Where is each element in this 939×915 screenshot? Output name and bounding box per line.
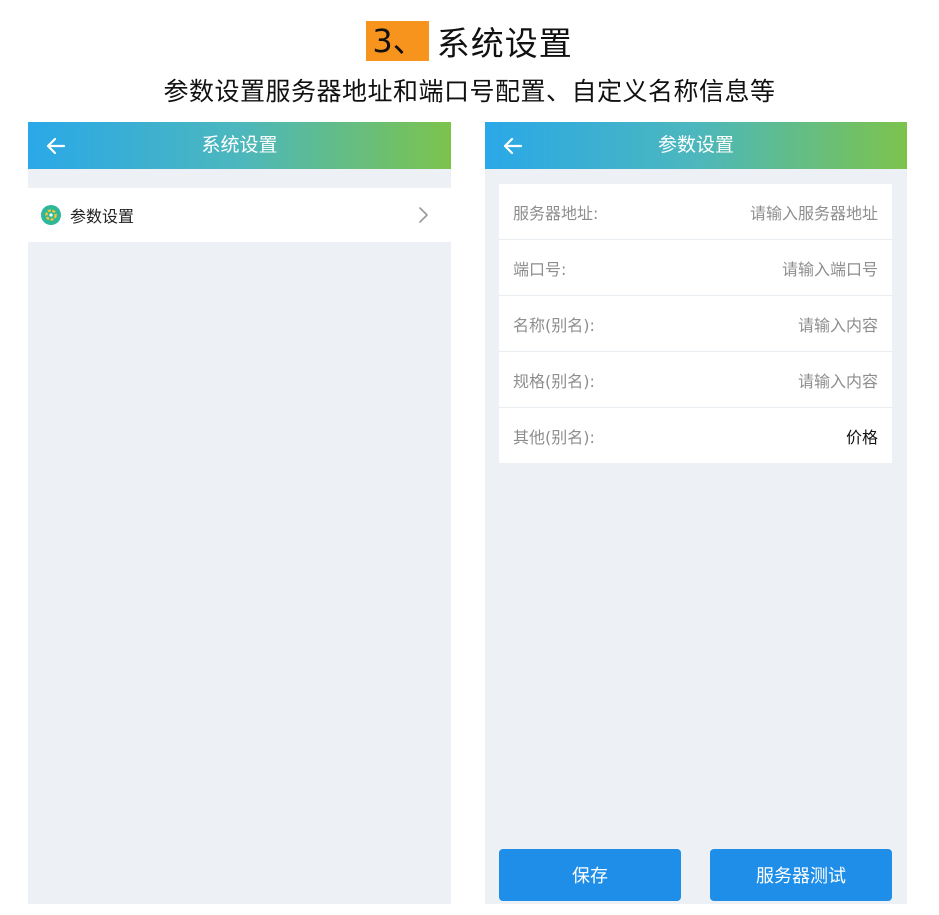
server-address-row[interactable]: 服务器地址: 请输入服务器地址 (499, 184, 892, 240)
page-heading: 3、 系统设置 (0, 16, 939, 66)
port-row[interactable]: 端口号: 请输入端口号 (499, 240, 892, 296)
top-bar: 参数设置 (485, 122, 907, 169)
server-address-label: 服务器地址: (513, 203, 599, 223)
name-alias-input[interactable]: 请输入内容 (798, 312, 878, 336)
spec-alias-input[interactable]: 请输入内容 (798, 368, 878, 392)
port-input[interactable]: 请输入端口号 (782, 256, 878, 280)
spec-alias-row[interactable]: 规格(别名): 请输入内容 (499, 352, 892, 408)
screen-title: 系统设置 (201, 134, 278, 156)
menu-item-parameter-settings[interactable]: 参数设置 (28, 188, 451, 242)
name-alias-row[interactable]: 名称(别名): 请输入内容 (499, 296, 892, 352)
parameter-settings-screen: 参数设置 服务器地址: 请输入服务器地址 端口号: 请输入端口号 名称(别名):… (485, 122, 907, 904)
spec-alias-label: 规格(别名): (513, 371, 595, 391)
system-settings-screen: 系统设置 参数设置 (28, 122, 451, 904)
port-label: 端口号: (513, 259, 567, 279)
settings-gear-icon (41, 205, 61, 225)
server-test-button[interactable]: 服务器测试 (710, 849, 892, 901)
screen-title: 参数设置 (657, 134, 734, 156)
step-number-badge: 3、 (366, 21, 429, 61)
page-title: 系统设置 (436, 24, 573, 63)
other-alias-label: 其他(别名): (513, 427, 595, 447)
menu-item-label: 参数设置 (70, 207, 135, 226)
save-button[interactable]: 保存 (499, 849, 681, 901)
chevron-right-icon (417, 206, 431, 224)
page-subtitle: 参数设置服务器地址和端口号配置、自定义名称信息等 (163, 77, 776, 106)
server-address-input[interactable]: 请输入服务器地址 (750, 200, 878, 224)
name-alias-label: 名称(别名): (513, 315, 595, 335)
other-alias-input[interactable]: 价格 (846, 424, 878, 448)
top-bar: 系统设置 (28, 122, 451, 169)
other-alias-row[interactable]: 其他(别名): 价格 (499, 408, 892, 463)
settings-form: 服务器地址: 请输入服务器地址 端口号: 请输入端口号 名称(别名): 请输入内… (499, 184, 892, 463)
